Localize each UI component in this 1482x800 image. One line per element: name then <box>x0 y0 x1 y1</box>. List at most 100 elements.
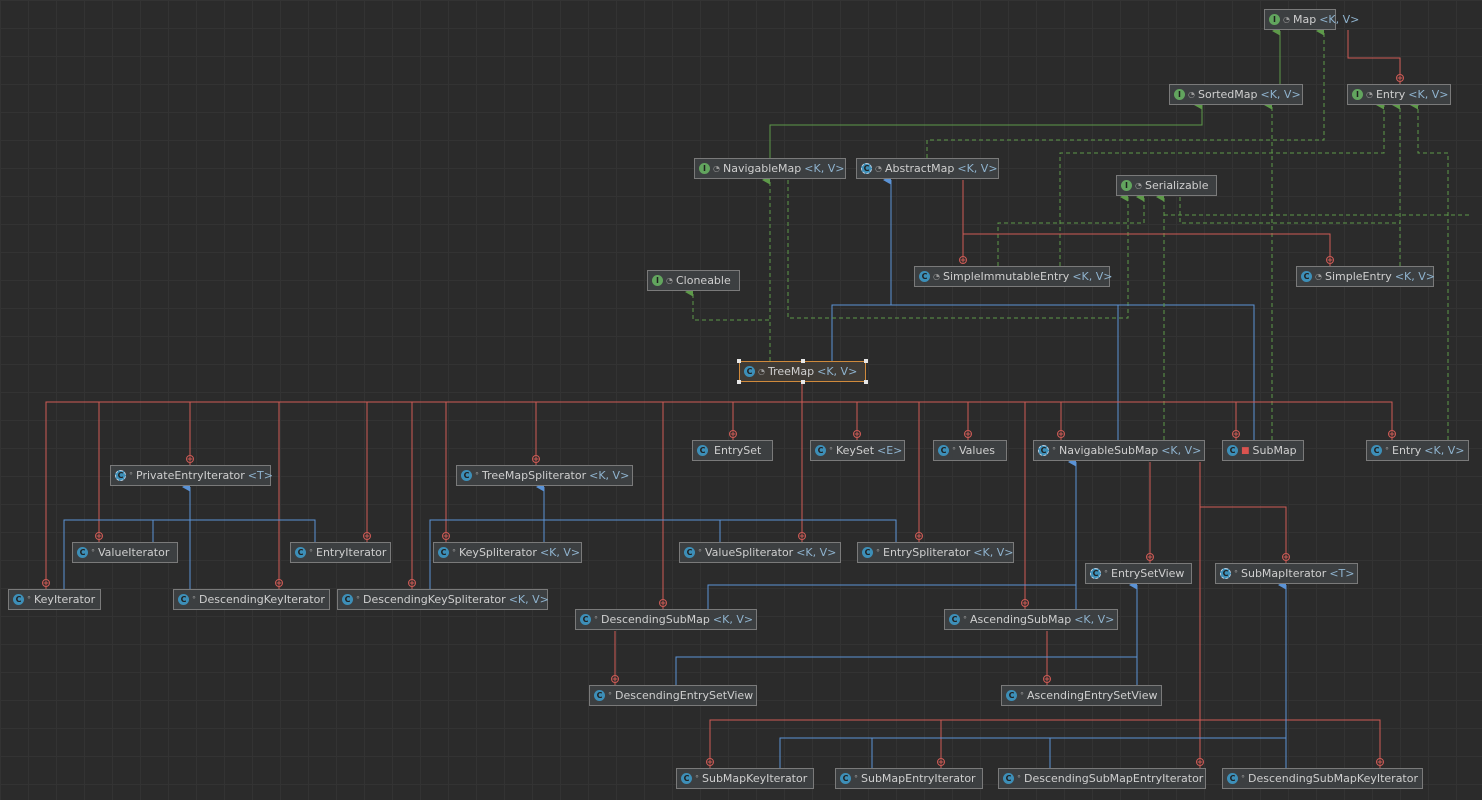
node-map[interactable]: I ◔ Map <K, V> <box>1264 9 1359 30</box>
selection-handle[interactable] <box>864 359 868 363</box>
submap-iterators-inner-bus-right <box>1200 719 1381 768</box>
node-entry_inner[interactable]: C ° Entry <K, V> <box>1366 440 1469 461</box>
treemap-implements-cloneable <box>684 287 771 361</box>
node-name: AscendingEntrySetView <box>1027 689 1158 702</box>
node-simpleimmutableentry[interactable]: C ◔ SimpleImmutableEntry <K, V> <box>914 266 1113 287</box>
node-descendingkeyspliterator[interactable]: C ° DescendingKeySpliterator <K, V> <box>337 589 549 610</box>
selection-handle[interactable] <box>737 380 741 384</box>
node-name: KeyIterator <box>34 593 96 606</box>
package-private-icon: ° <box>192 595 196 604</box>
node-name: Map <box>1292 13 1317 26</box>
se-inner-of-abstractmap <box>963 233 1331 266</box>
node-keyiterator[interactable]: C ° KeyIterator <box>8 589 101 610</box>
sie-implements-serializable <box>997 192 1145 266</box>
package-private-icon: ° <box>309 548 313 557</box>
node-cloneable[interactable]: I ◔ Cloneable <box>647 270 740 291</box>
node-navigablemap[interactable]: I ◔ NavigableMap <K, V> <box>694 158 846 179</box>
type-params: <K, V> <box>817 365 858 378</box>
node-name: SubMapIterator <box>1241 567 1327 580</box>
se-implements-serializable <box>1179 197 1400 224</box>
entry-inner-of-map <box>1347 30 1401 84</box>
node-submapkeyiterator[interactable]: C ° SubMapKeyIterator <box>676 768 814 789</box>
node-ascendingsubmap[interactable]: C ° AscendingSubMap <K, V> <box>944 609 1118 630</box>
node-submapiterator[interactable]: C ° SubMapIterator <T> <box>1215 563 1358 584</box>
node-sortedmap[interactable]: I ◔ SortedMap <K, V> <box>1169 84 1303 105</box>
abstract-icon: C <box>1038 445 1049 456</box>
public-lock-icon: ◔ <box>1188 90 1195 99</box>
submap-extends-abstractmap <box>891 304 1255 440</box>
node-name: EntrySpliterator <box>883 546 971 559</box>
class-icon: C <box>815 445 826 456</box>
node-abstractmap[interactable]: C ◔ AbstractMap <K, V> <box>856 158 999 179</box>
node-name: Entry <box>1392 444 1422 457</box>
node-serializable[interactable]: I ◔ Serializable <box>1116 175 1217 196</box>
abstract-icon: C <box>115 470 126 481</box>
node-descendingsubmapentryiterator[interactable]: C ° DescendingSubMapEntryIterator <box>998 768 1206 789</box>
navigablesubmap-implements-navigablemap <box>787 180 1129 319</box>
type-params: <K, V> <box>1424 444 1465 457</box>
public-lock-icon: ◔ <box>713 164 720 173</box>
selection-handle[interactable] <box>864 380 868 384</box>
class-icon: C <box>342 594 353 605</box>
node-descendingkeyiterator[interactable]: C ° DescendingKeyIterator <box>173 589 330 610</box>
class-icon: C <box>77 547 88 558</box>
package-private-icon: ° <box>594 615 598 624</box>
node-valueiterator[interactable]: C ° ValueIterator <box>72 542 178 563</box>
selection-handle[interactable] <box>737 359 741 363</box>
node-descendingentrysetview[interactable]: C ° DescendingEntrySetView <box>589 685 757 706</box>
node-name: ValueSpliterator <box>705 546 794 559</box>
package-private-icon: ° <box>1234 569 1238 578</box>
node-entryset[interactable]: C EntrySet <box>692 440 773 461</box>
type-params: <K, V> <box>1074 613 1115 626</box>
node-name: Values <box>959 444 995 457</box>
class-icon: C <box>1301 271 1312 282</box>
node-name: SortedMap <box>1197 88 1258 101</box>
class-icon: C <box>938 445 949 456</box>
public-lock-icon: ◔ <box>1283 15 1290 24</box>
node-name: Entry <box>1375 88 1406 101</box>
class-icon: C <box>13 594 24 605</box>
node-entryiterator[interactable]: C ° EntryIterator <box>290 542 391 563</box>
class-icon: C <box>461 470 472 481</box>
node-simpleentry[interactable]: C ◔ SimpleEntry <K, V> <box>1296 266 1435 287</box>
submapiterator-inner <box>1199 462 1287 563</box>
node-name: AscendingSubMap <box>970 613 1072 626</box>
class-icon: C <box>580 614 591 625</box>
package-private-icon: ° <box>695 774 699 783</box>
type-params: <K, V> <box>1161 444 1202 457</box>
node-name: SubMap <box>1252 444 1297 457</box>
type-params: <K, V> <box>539 546 581 559</box>
type-params: <K, V> <box>957 162 998 175</box>
node-values[interactable]: C ° Values <box>933 440 1007 461</box>
node-descendingsubmap[interactable]: C ° DescendingSubMap <K, V> <box>575 609 757 630</box>
node-keyset[interactable]: C ° KeySet <E> <box>810 440 905 461</box>
node-ascendingentrysetview[interactable]: C ° AscendingEntrySetView <box>1001 685 1162 706</box>
node-submapentryiterator[interactable]: C ° SubMapEntryIterator <box>835 768 983 789</box>
package-private-icon: ° <box>475 471 479 480</box>
node-entrysetview[interactable]: C ° EntrySetView <box>1085 563 1192 584</box>
node-valuespliterator[interactable]: C ° ValueSpliterator <K, V> <box>679 542 841 563</box>
node-submap[interactable]: C ■ SubMap <box>1222 440 1304 461</box>
selection-handle[interactable] <box>800 380 805 384</box>
edges-layer <box>42 26 1470 768</box>
abstract-icon: C <box>1220 568 1231 579</box>
type-params: <K, V> <box>973 546 1014 559</box>
node-navigablesubmap[interactable]: C ° NavigableSubMap <K, V> <box>1033 440 1205 461</box>
class-icon: C <box>949 614 960 625</box>
selection-handle[interactable] <box>800 359 805 363</box>
node-privateentryiterator[interactable]: C ° PrivateEntryIterator <T> <box>110 465 273 486</box>
node-keyspliterator[interactable]: C ° KeySpliterator <K, V> <box>433 542 582 563</box>
type-params: <K, V> <box>1408 88 1449 101</box>
class-icon: C <box>684 547 695 558</box>
node-name: AbstractMap <box>884 162 955 175</box>
type-params: <K, V> <box>1260 88 1301 101</box>
public-lock-icon: ◔ <box>666 276 673 285</box>
node-treemap[interactable]: C ◔ TreeMap <K, V> <box>737 359 868 384</box>
desv-extends-esv <box>675 656 1137 685</box>
node-descendingsubmapkeyiterator[interactable]: C ° DescendingSubMapKeyIterator <box>1222 768 1423 789</box>
node-entryspliterator[interactable]: C ° EntrySpliterator <K, V> <box>857 542 1014 563</box>
node-entry_top[interactable]: I ◔ Entry <K, V> <box>1347 84 1451 105</box>
class-icon: C <box>438 547 449 558</box>
node-treemapspliterator[interactable]: C ° TreeMapSpliterator <K, V> <box>456 465 633 486</box>
type-params: <K, V> <box>804 162 845 175</box>
